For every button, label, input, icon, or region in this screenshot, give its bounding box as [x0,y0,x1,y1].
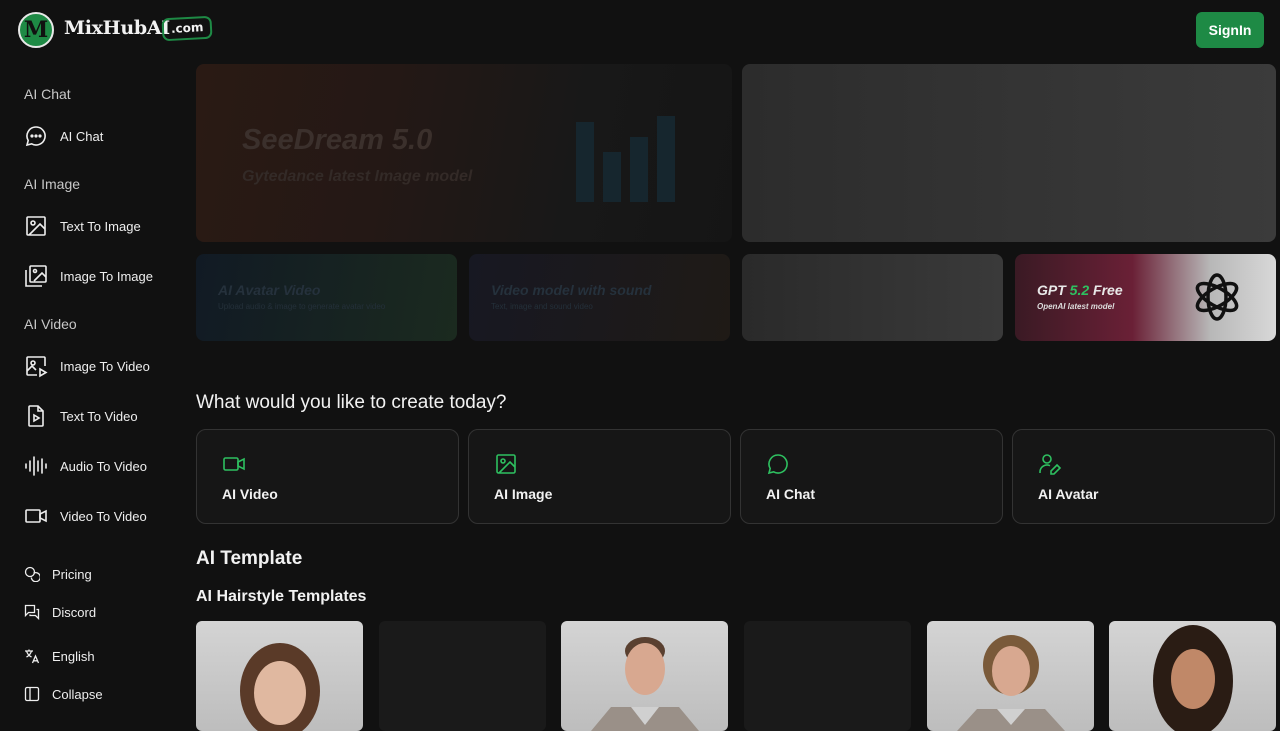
image-icon [24,214,48,238]
collapse-button[interactable]: Collapse [24,682,174,706]
sidebar-item-label: Pricing [52,566,92,582]
card-label: AI Chat [766,486,815,502]
language-label: English [52,648,95,664]
sidebar-item-text-to-video[interactable]: Text To Video [24,401,174,431]
banner-tile-avatar-video[interactable]: AI Avatar Video Upload audio & image to … [196,254,457,341]
template-thumb[interactable] [1109,621,1276,731]
sidebar: AI Chat AI Chat AI Image Text To Image I… [0,60,180,720]
portrait-man-long-hair-image [957,635,1065,731]
sidebar-item-label: Video To Video [60,508,147,524]
sidebar-item-label: AI Chat [60,128,104,144]
section-title-ai-video: AI Video [24,316,77,332]
banner-tile-placeholder[interactable] [742,254,1003,341]
chat-icon [24,124,48,148]
template-thumb[interactable] [927,621,1094,731]
banner-tile-video-sound[interactable]: Video model with sound Text, image and s… [469,254,730,341]
card-label: AI Video [222,486,278,502]
image-icon [496,454,516,474]
section-title-ai-image: AI Image [24,176,81,192]
sidebar-item-label: Image To Video [60,358,150,374]
tile-subtitle: Text, image and sound video [491,302,593,311]
banner-subtitle: Gytedance latest Image model [242,168,473,185]
create-card-ai-image[interactable]: AI Image [468,429,731,524]
banner-seedream[interactable]: SeeDream 5.0 Gytedance latest Image mode… [196,64,732,242]
portrait-man-image [591,637,699,731]
template-thumb[interactable] [196,621,363,731]
sidebar-item-text-to-image[interactable]: Text To Image [24,211,174,241]
tile-title: GPT 5.2 Free [1037,282,1123,298]
tile-title: Video model with sound [491,282,652,298]
sidebar-item-pricing[interactable]: Pricing [24,562,174,586]
logo-letter: M [23,17,49,43]
brand-name[interactable]: MixHubAI [64,17,170,39]
sidebar-item-label: Discord [52,604,97,620]
sidebar-item-discord[interactable]: Discord [24,600,174,624]
create-card-ai-avatar[interactable]: AI Avatar [1012,429,1275,524]
sidebar-item-label: Audio To Video [60,458,147,474]
banner-placeholder[interactable] [742,64,1276,242]
template-thumb[interactable] [561,621,728,731]
sidebar-item-label: Text To Video [60,408,138,424]
video-camera-icon [223,457,245,471]
file-play-icon [24,404,48,428]
audio-wave-icon [24,454,48,478]
openai-logo-icon [1195,273,1239,321]
user-edit-icon [1039,454,1062,475]
create-heading: What would you like to create today? [196,392,507,413]
sidebar-item-ai-chat[interactable]: AI Chat [24,121,174,151]
tile-subtitle: OpenAI latest model [1037,302,1115,311]
card-label: AI Image [494,486,553,502]
top-bar: M MixHubAI .com SignIn [0,0,1280,60]
banner-title: SeeDream 5.0 [242,124,433,156]
signin-button[interactable]: SignIn [1196,12,1264,48]
hairstyle-heading: AI Hairstyle Templates [196,588,367,605]
sidebar-item-audio-to-video[interactable]: Audio To Video [24,451,174,481]
language-icon [24,648,40,664]
sidebar-collapse-icon [24,686,40,702]
images-icon [24,264,48,288]
bar-logo-icon [576,112,676,202]
portrait-woman-image [240,643,320,731]
tile-title: AI Avatar Video [218,282,321,298]
sidebar-item-label: Image To Image [60,268,153,284]
logo-icon[interactable]: M [18,12,54,48]
message-square-icon [24,604,40,620]
chat-icon [767,454,788,475]
portrait-woman-braids-image [1153,625,1233,731]
create-card-ai-chat[interactable]: AI Chat [740,429,1003,524]
section-title-ai-chat: AI Chat [24,86,71,102]
video-camera-icon [24,504,48,528]
sidebar-item-video-to-video[interactable]: Video To Video [24,501,174,531]
create-card-ai-video[interactable]: AI Video [196,429,459,524]
sidebar-item-label: Text To Image [60,218,141,234]
banner-tile-gpt[interactable]: GPT 5.2 Free OpenAI latest model [1015,254,1276,341]
image-play-icon [24,354,48,378]
coins-icon [24,566,40,582]
sidebar-item-image-to-image[interactable]: Image To Image [24,261,174,291]
template-thumb[interactable] [379,621,546,731]
template-thumb[interactable] [744,621,911,731]
tile-subtitle: Upload audio & image to generate avatar … [218,302,386,311]
brand-badge: .com [161,15,213,42]
language-selector[interactable]: English [24,644,174,668]
templates-heading: AI Template [196,548,303,569]
card-label: AI Avatar [1038,486,1099,502]
sidebar-item-image-to-video[interactable]: Image To Video [24,351,174,381]
collapse-label: Collapse [52,686,103,702]
